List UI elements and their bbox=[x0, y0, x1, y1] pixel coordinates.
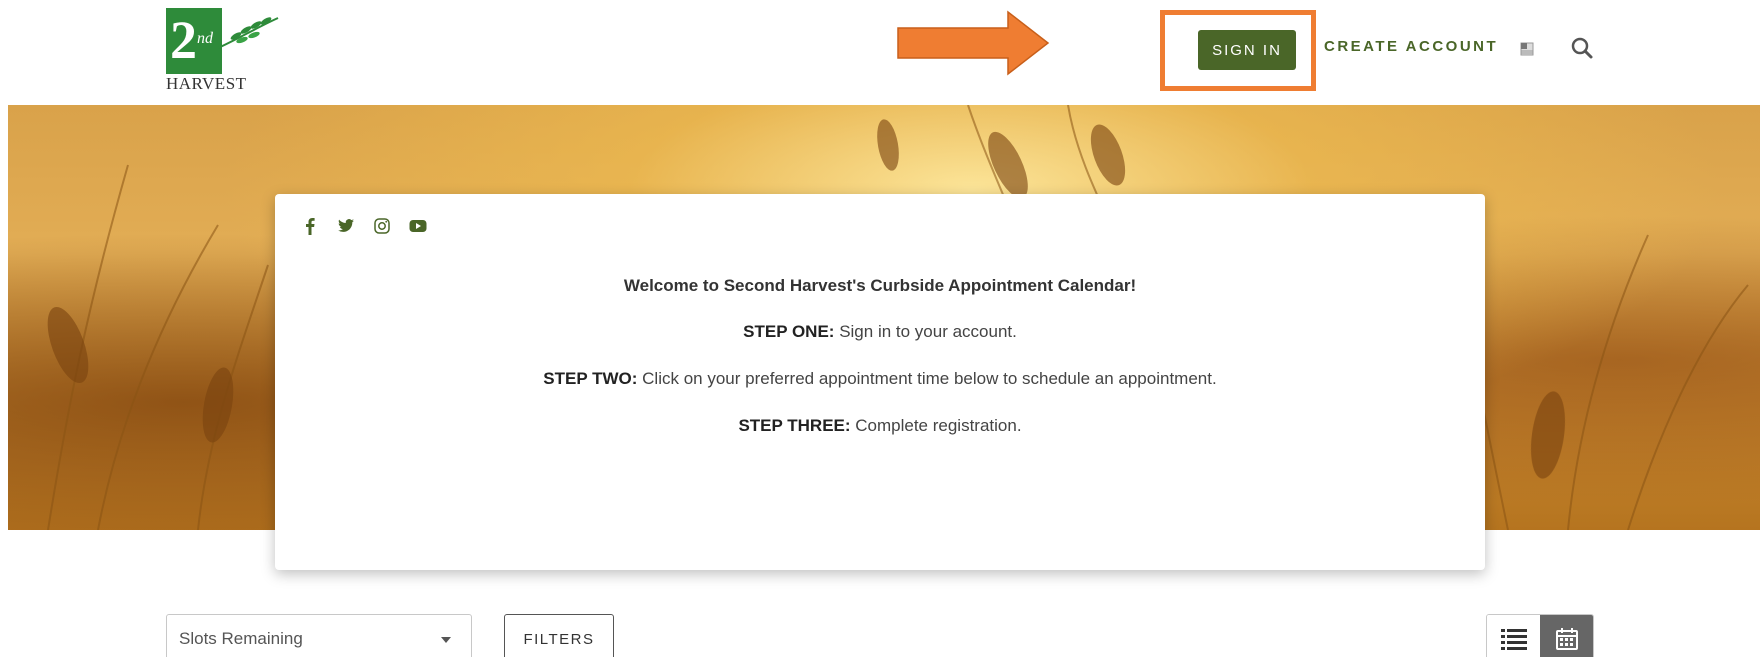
calendar-view-button[interactable] bbox=[1540, 615, 1593, 657]
create-account-link[interactable]: CREATE ACCOUNT bbox=[1324, 38, 1498, 55]
step-one: STEP ONE: Sign in to your account. bbox=[275, 322, 1485, 342]
search-icon[interactable] bbox=[1570, 36, 1594, 60]
logo-text: HARVEST bbox=[166, 74, 247, 93]
list-view-button[interactable] bbox=[1487, 615, 1540, 657]
step-one-text: Sign in to your account. bbox=[834, 322, 1017, 341]
youtube-icon[interactable] bbox=[407, 216, 429, 236]
step-three-label: STEP THREE: bbox=[738, 416, 851, 435]
view-toggle bbox=[1486, 614, 1594, 657]
welcome-card: Welcome to Second Harvest's Curbside App… bbox=[275, 194, 1485, 570]
site-header: 2 nd HARVEST SIGN IN CREATE ACCOUNT bbox=[0, 0, 1760, 105]
sign-in-button[interactable]: SIGN IN bbox=[1198, 30, 1296, 70]
wheat-logo-icon bbox=[217, 17, 279, 49]
second-harvest-logo[interactable]: 2 nd HARVEST bbox=[166, 8, 280, 93]
step-three: STEP THREE: Complete registration. bbox=[275, 416, 1485, 436]
welcome-heading: Welcome to Second Harvest's Curbside App… bbox=[623, 276, 1137, 295]
step-three-text: Complete registration. bbox=[850, 416, 1022, 435]
chevron-down-icon bbox=[441, 637, 451, 643]
language-flag-icon[interactable] bbox=[1518, 40, 1536, 58]
facebook-icon[interactable] bbox=[299, 216, 321, 236]
step-two: STEP TWO: Click on your preferred appoin… bbox=[275, 369, 1485, 389]
list-view-icon bbox=[1500, 629, 1527, 650]
logo-superscript: nd bbox=[197, 30, 213, 47]
sort-select[interactable]: Slots Remaining bbox=[166, 614, 472, 657]
social-links bbox=[299, 216, 429, 236]
logo-number: 2 bbox=[170, 10, 197, 70]
filters-button[interactable]: FILTERS bbox=[504, 614, 614, 657]
twitter-icon[interactable] bbox=[335, 216, 357, 236]
step-one-label: STEP ONE: bbox=[743, 322, 835, 341]
step-two-text: Click on your preferred appointment time… bbox=[637, 369, 1217, 388]
instagram-icon[interactable] bbox=[371, 216, 393, 236]
logo-mark: 2 nd bbox=[166, 8, 222, 74]
calendar-view-icon bbox=[1555, 628, 1578, 650]
step-two-label: STEP TWO: bbox=[543, 369, 638, 388]
sort-select-value: Slots Remaining bbox=[179, 629, 303, 648]
orange-pointer-arrow-icon bbox=[897, 10, 1050, 76]
